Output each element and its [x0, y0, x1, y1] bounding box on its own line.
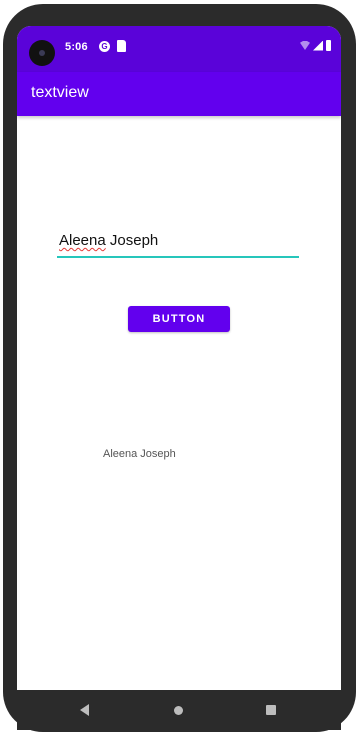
- wifi-icon: [300, 41, 310, 50]
- home-icon[interactable]: [174, 706, 183, 715]
- signal-icon: [313, 40, 323, 51]
- back-icon[interactable]: [80, 704, 89, 716]
- status-right-icons: [300, 40, 331, 51]
- battery-icon: [326, 40, 331, 51]
- output-textview: Aleena Joseph: [103, 448, 176, 460]
- edit-text-value[interactable]: Aleena Joseph: [59, 232, 158, 249]
- sd-card-icon: [117, 40, 126, 52]
- status-bar: 5:06 G: [17, 26, 341, 72]
- google-icon: G: [99, 41, 110, 52]
- app-bar: textview: [17, 72, 341, 116]
- edit-text-first-word: Aleena: [59, 232, 106, 249]
- recents-icon[interactable]: [266, 705, 276, 715]
- navigation-bar: [17, 690, 341, 730]
- app-title: textview: [31, 84, 89, 101]
- front-camera: [29, 40, 55, 66]
- device-frame: 5:06 G textview Aleena Joseph BUTTON Ale…: [0, 0, 358, 734]
- submit-button[interactable]: BUTTON: [128, 306, 230, 332]
- status-time: 5:06: [65, 41, 88, 53]
- name-edit-text[interactable]: Aleena Joseph: [57, 230, 299, 258]
- edit-text-rest: Joseph: [105, 232, 159, 249]
- app-screen: 5:06 G textview Aleena Joseph BUTTON Ale…: [17, 26, 341, 690]
- edit-text-underline: [57, 256, 299, 258]
